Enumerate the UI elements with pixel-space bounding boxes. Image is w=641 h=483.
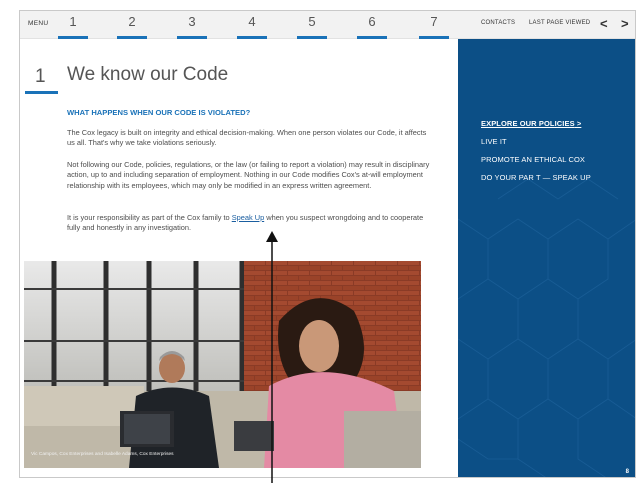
page-tab-3[interactable]: 3 bbox=[177, 14, 207, 39]
document-page: MENU 1 2 3 4 5 6 7 CONTACTS LAST PAGE VI… bbox=[19, 10, 636, 478]
page-tab-indicator bbox=[237, 36, 267, 39]
page-tab-7[interactable]: 7 bbox=[419, 14, 449, 39]
paragraph-text: It is your responsibility as part of the… bbox=[67, 213, 232, 222]
live-it-link[interactable]: LIVE IT bbox=[481, 137, 507, 146]
paragraph-disciplinary: Not following our Code, policies, regula… bbox=[67, 160, 430, 190]
speak-up-link[interactable]: Speak Up bbox=[232, 213, 264, 222]
page-tab-indicator bbox=[357, 36, 387, 39]
last-page-viewed-link[interactable]: LAST PAGE VIEWED bbox=[529, 20, 590, 26]
page-tab-5[interactable]: 5 bbox=[297, 14, 327, 39]
page-tab-label: 4 bbox=[248, 14, 256, 29]
page-tab-4[interactable]: 4 bbox=[237, 14, 267, 39]
page-tab-label: 5 bbox=[308, 14, 316, 29]
page-tab-label: 6 bbox=[368, 14, 376, 29]
page-tab-label: 1 bbox=[69, 14, 77, 29]
explore-policies-label: EXPLORE OUR POLICIES bbox=[481, 119, 575, 128]
page-tab-indicator bbox=[117, 36, 147, 39]
chevron-right-icon: > bbox=[574, 119, 582, 128]
top-navigation-bar: MENU 1 2 3 4 5 6 7 CONTACTS LAST PAGE VI… bbox=[20, 11, 635, 39]
paragraph-responsibility: It is your responsibility as part of the… bbox=[67, 213, 435, 234]
page-tab-2[interactable]: 2 bbox=[117, 14, 147, 39]
page-tab-indicator bbox=[58, 36, 88, 39]
page-tab-label: 7 bbox=[430, 14, 438, 29]
page-tab-1[interactable]: 1 bbox=[58, 14, 88, 39]
page-tab-label: 2 bbox=[128, 14, 136, 29]
office-photo: Vic Campos, Cox Enterprises and Isabelle… bbox=[24, 261, 421, 468]
menu-button[interactable]: MENU bbox=[28, 20, 48, 27]
policies-side-panel: EXPLORE OUR POLICIES > LIVE IT PROMOTE A… bbox=[458, 39, 635, 477]
section-number-underline bbox=[25, 91, 58, 94]
page-tab-indicator bbox=[297, 36, 327, 39]
explore-policies-link[interactable]: EXPLORE OUR POLICIES > bbox=[481, 119, 581, 128]
section-number: 1 bbox=[35, 66, 46, 87]
annotation-arrow-icon bbox=[266, 231, 278, 483]
page-tab-indicator bbox=[419, 36, 449, 39]
prev-page-arrow-icon[interactable]: < bbox=[600, 16, 608, 31]
paragraph-legacy: The Cox legacy is built on integrity and… bbox=[67, 128, 427, 148]
contacts-link[interactable]: CONTACTS bbox=[481, 20, 515, 26]
hexagon-pattern-background bbox=[458, 178, 635, 477]
page-tab-6[interactable]: 6 bbox=[357, 14, 387, 39]
photo-caption: Vic Campos, Cox Enterprises and Isabelle… bbox=[31, 452, 174, 457]
next-page-arrow-icon[interactable]: > bbox=[621, 16, 629, 31]
page-tab-indicator bbox=[177, 36, 207, 39]
promote-ethical-cox-link[interactable]: PROMOTE AN ETHICAL COX bbox=[481, 155, 585, 164]
speak-up-panel-link[interactable]: DO YOUR PAR T — SPEAK UP bbox=[481, 173, 591, 182]
page-number-corner: 8 bbox=[625, 469, 629, 475]
page-title: We know our Code bbox=[67, 64, 229, 85]
page-tab-label: 3 bbox=[188, 14, 196, 29]
section-subheading: WHAT HAPPENS WHEN OUR CODE IS VIOLATED? bbox=[67, 108, 251, 117]
photo-illustration bbox=[24, 261, 421, 468]
